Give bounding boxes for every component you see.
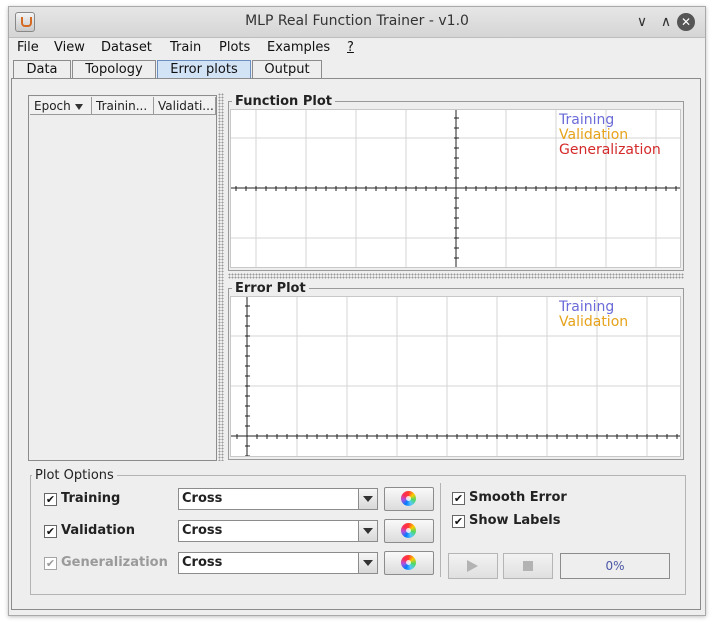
menu-bar: File View Dataset Train Plots Examples ? bbox=[9, 38, 705, 58]
training-label: Training bbox=[61, 491, 121, 506]
generalization-color-button[interactable] bbox=[384, 551, 434, 575]
plot-options-title: Plot Options bbox=[32, 468, 117, 483]
vertical-split-divider[interactable] bbox=[218, 93, 224, 461]
menu-plots[interactable]: Plots bbox=[219, 40, 250, 55]
error-plot-canvas[interactable]: Training Validation bbox=[230, 296, 681, 457]
error-plots-panel: Epoch Trainin... Validati... Function Pl… bbox=[11, 78, 701, 610]
error-plot-title: Error Plot bbox=[232, 281, 309, 296]
function-plot-title: Function Plot bbox=[232, 94, 335, 109]
validation-color-button[interactable] bbox=[384, 519, 434, 543]
column-header-training[interactable]: Trainin... bbox=[92, 97, 154, 115]
chevron-down-icon[interactable] bbox=[358, 553, 377, 573]
training-color-button[interactable] bbox=[384, 487, 434, 511]
training-marker-select[interactable]: Cross bbox=[178, 488, 378, 510]
training-marker-value: Cross bbox=[182, 491, 223, 506]
title-bar[interactable]: MLP Real Function Trainer - v1.0 ∨ ∧ ✕ bbox=[9, 7, 705, 38]
legend-training: Training bbox=[559, 112, 615, 128]
training-checkbox[interactable]: ✔ bbox=[44, 493, 57, 506]
chevron-down-icon[interactable] bbox=[358, 521, 377, 541]
tab-topology[interactable]: Topology bbox=[72, 60, 156, 78]
menu-file[interactable]: File bbox=[17, 40, 39, 55]
sort-down-icon bbox=[74, 103, 83, 110]
minimize-icon[interactable]: ∨ bbox=[631, 11, 653, 33]
play-button[interactable] bbox=[448, 553, 498, 579]
horizontal-split-divider[interactable] bbox=[228, 273, 684, 279]
validation-marker-value: Cross bbox=[182, 523, 223, 538]
legend-generalization: Generalization bbox=[559, 142, 661, 158]
smooth-error-label: Smooth Error bbox=[469, 490, 567, 505]
menu-help[interactable]: ? bbox=[347, 40, 354, 55]
tab-error-plots[interactable]: Error plots bbox=[157, 60, 251, 78]
generalization-marker-value: Cross bbox=[182, 555, 223, 570]
legend-validation: Validation bbox=[559, 127, 629, 143]
column-header-validation[interactable]: Validati... bbox=[154, 97, 216, 115]
menu-view[interactable]: View bbox=[54, 40, 85, 55]
column-header-epoch-label: Epoch bbox=[34, 99, 71, 113]
training-progress-bar: 0% bbox=[560, 553, 670, 579]
play-icon bbox=[467, 560, 478, 572]
menu-train[interactable]: Train bbox=[170, 40, 201, 55]
legend-training: Training bbox=[559, 299, 615, 315]
smooth-error-checkbox[interactable]: ✔ bbox=[452, 492, 465, 505]
column-header-epoch[interactable]: Epoch bbox=[30, 97, 92, 115]
legend-validation: Validation bbox=[559, 314, 629, 330]
stop-button[interactable] bbox=[503, 553, 553, 579]
generalization-marker-select[interactable]: Cross bbox=[178, 552, 378, 574]
chevron-down-icon[interactable] bbox=[358, 489, 377, 509]
epoch-table[interactable]: Epoch Trainin... Validati... bbox=[28, 95, 217, 461]
generalization-checkbox: ✔ bbox=[44, 557, 57, 570]
color-wheel-icon bbox=[401, 523, 416, 538]
close-icon[interactable]: ✕ bbox=[677, 13, 695, 31]
window-title: MLP Real Function Trainer - v1.0 bbox=[245, 13, 469, 29]
color-wheel-icon bbox=[401, 555, 416, 570]
maximize-icon[interactable]: ∧ bbox=[655, 11, 677, 33]
tab-output[interactable]: Output bbox=[252, 60, 322, 78]
tab-data[interactable]: Data bbox=[13, 60, 71, 78]
app-window: MLP Real Function Trainer - v1.0 ∨ ∧ ✕ F… bbox=[8, 6, 706, 616]
validation-label: Validation bbox=[61, 523, 135, 538]
stop-icon bbox=[523, 561, 533, 571]
validation-marker-select[interactable]: Cross bbox=[178, 520, 378, 542]
function-plot-canvas[interactable]: Training Validation Generalization bbox=[230, 109, 681, 268]
show-labels-label: Show Labels bbox=[469, 513, 561, 528]
generalization-label: Generalization bbox=[61, 555, 168, 570]
color-wheel-icon bbox=[401, 491, 416, 506]
options-separator bbox=[440, 483, 441, 577]
show-labels-checkbox[interactable]: ✔ bbox=[452, 515, 465, 528]
menu-examples[interactable]: Examples bbox=[267, 40, 330, 55]
menu-dataset[interactable]: Dataset bbox=[101, 40, 152, 55]
validation-checkbox[interactable]: ✔ bbox=[44, 525, 57, 538]
